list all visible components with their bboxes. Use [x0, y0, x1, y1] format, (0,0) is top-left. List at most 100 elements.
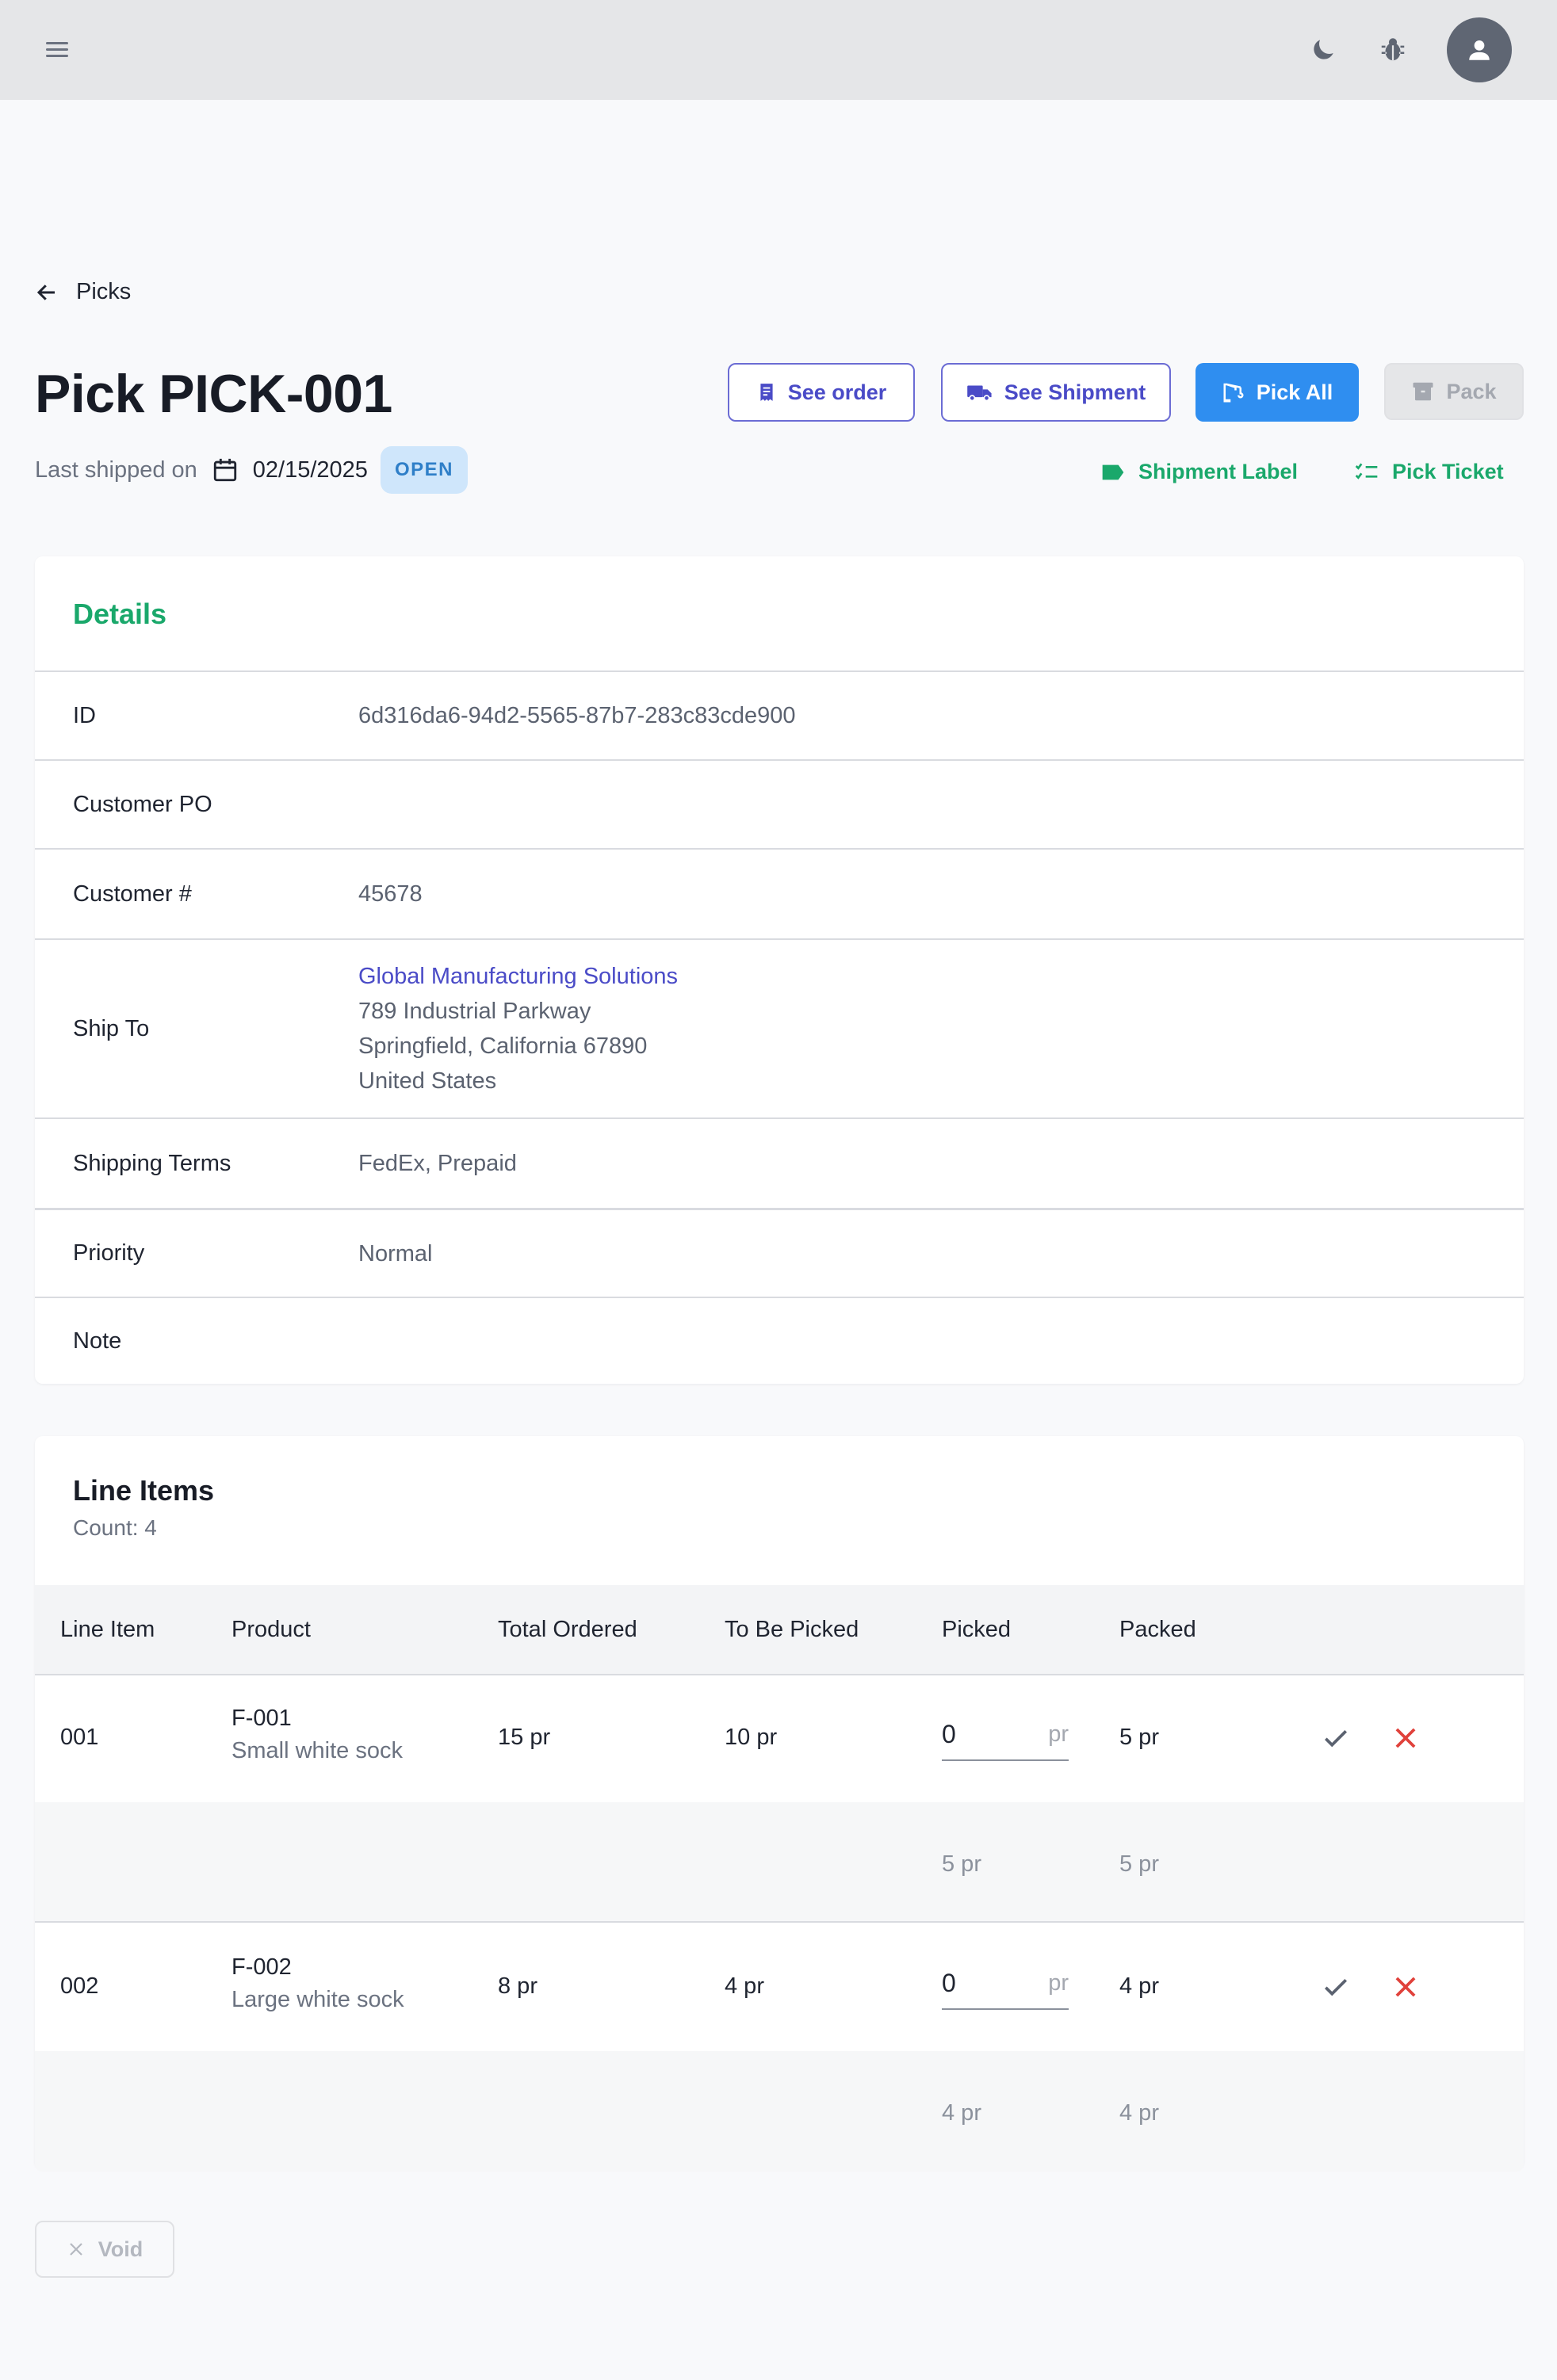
pick-ticket-link[interactable]: Pick Ticket [1354, 460, 1504, 484]
detail-value: FedEx, Prepaid [358, 1151, 517, 1176]
detail-label: Customer # [73, 881, 192, 907]
see-order-button[interactable]: See order [728, 363, 915, 422]
detail-label: Customer PO [73, 791, 212, 817]
picked-quantity-unit: pr [1048, 1970, 1069, 1996]
sub-picked-quantity: 4 pr [942, 2100, 981, 2126]
pack-button[interactable]: Pack [1384, 363, 1524, 420]
to-be-picked: 10 pr [725, 1725, 778, 1750]
ship-to-country: United States [358, 1068, 497, 1094]
picked-quantity-value: 0 [942, 1969, 956, 1997]
total-ordered: 8 pr [498, 1973, 537, 1999]
product-code: F-002 [231, 1954, 292, 1980]
user-icon [1469, 40, 1490, 60]
product-cell: F-002 Large white sock [231, 1954, 404, 2013]
cancel-x-icon[interactable] [1391, 1723, 1421, 1753]
void-label: Void [98, 2237, 143, 2261]
detail-label: Note [73, 1328, 122, 1354]
status-badge: OPEN [380, 446, 468, 494]
picked-quantity-value: 0 [942, 1720, 956, 1748]
pick-all-label: Pick All [1256, 380, 1333, 404]
receipt-icon [760, 384, 773, 401]
column-header: Total Ordered [498, 1617, 637, 1642]
truck-icon [966, 385, 992, 402]
close-icon [69, 2243, 82, 2256]
picked-quantity-unit: pr [1048, 1721, 1069, 1747]
line-items-title: Line Items [73, 1474, 215, 1507]
detail-row-ship-to: Ship To Global Manufacturing Solutions 7… [35, 938, 1524, 1117]
sub-picked-quantity: 5 pr [942, 1851, 981, 1877]
line-items-card: Line Items Count: 4 Line Item Product To… [35, 1436, 1524, 2172]
detail-row-note: Note [35, 1297, 1524, 1384]
picked-quantity-input[interactable]: 0 pr [942, 1717, 1069, 1761]
detail-row-customer-number: Customer # 45678 [35, 848, 1524, 938]
see-shipment-label: See Shipment [1004, 380, 1146, 404]
pick-ticket-text: Pick Ticket [1392, 460, 1504, 483]
detail-label: ID [73, 702, 96, 728]
see-shipment-button[interactable]: See Shipment [941, 363, 1171, 422]
back-link[interactable]: Picks [35, 279, 131, 305]
detail-row-id: ID 6d316da6-94d2-5565-87b7-283c83cde900 [35, 670, 1524, 759]
shipping-meta: Last shipped on 02/15/2025 OPEN [35, 446, 468, 494]
page-title: Pick PICK-001 [35, 364, 392, 424]
last-shipped-date: 02/15/2025 [252, 457, 368, 483]
shipment-label-link[interactable]: Shipment Label [1100, 460, 1298, 484]
tag-icon [1102, 464, 1124, 479]
column-header: Line Item [60, 1617, 155, 1642]
sub-packed-quantity: 5 pr [1119, 1851, 1159, 1877]
ship-to-street: 789 Industrial Parkway [358, 999, 591, 1024]
back-link-label: Picks [76, 279, 132, 304]
details-card: Details ID 6d316da6-94d2-5565-87b7-283c8… [35, 556, 1524, 1384]
arrow-left-icon [36, 284, 55, 300]
detail-label: Ship To [73, 1015, 150, 1041]
calendar-icon [213, 458, 236, 482]
picked-quantity-input[interactable]: 0 pr [942, 1966, 1069, 2010]
shipment-label-text: Shipment Label [1138, 460, 1299, 483]
pick-all-button[interactable]: Pick All [1195, 363, 1359, 422]
detail-value: 6d316da6-94d2-5565-87b7-283c83cde900 [358, 703, 796, 728]
column-header: Product [231, 1617, 311, 1642]
product-cell: F-001 Small white sock [231, 1706, 403, 1764]
total-ordered: 15 pr [498, 1725, 551, 1750]
column-header: Packed [1119, 1617, 1196, 1642]
details-title: Details [73, 598, 167, 630]
table-subrow: 4 pr 4 pr [35, 2051, 1524, 2172]
product-description: Small white sock [231, 1738, 403, 1763]
line-items-count: Count: 4 [73, 1515, 157, 1540]
detail-row-customer-po: Customer PO [35, 759, 1524, 848]
top-bar [0, 0, 1557, 100]
cancel-x-icon[interactable] [1391, 1972, 1421, 2002]
packed-quantity: 4 pr [1119, 1973, 1159, 1999]
ship-to-company[interactable]: Global Manufacturing Solutions [358, 959, 678, 994]
confirm-check-icon[interactable] [1321, 1972, 1351, 2002]
column-header: To Be Picked [725, 1617, 859, 1642]
menu-icon[interactable] [46, 35, 78, 63]
bug-icon[interactable] [1378, 33, 1408, 65]
detail-row-shipping-terms: Shipping Terms FedEx, Prepaid [35, 1117, 1524, 1208]
ship-to-city: Springfield, California 67890 [358, 1033, 648, 1059]
detail-label: Priority [73, 1240, 145, 1266]
void-button[interactable]: Void [35, 2221, 174, 2278]
archive-box-icon [1413, 382, 1433, 401]
column-header: Picked [942, 1617, 1012, 1642]
confirm-check-icon[interactable] [1321, 1723, 1351, 1753]
sub-packed-quantity: 4 pr [1119, 2100, 1159, 2126]
user-avatar[interactable] [1447, 17, 1512, 82]
see-order-label: See order [787, 380, 887, 404]
crane-icon [1223, 383, 1244, 403]
line-number: 001 [60, 1725, 99, 1750]
detail-row-priority: Priority Normal [35, 1208, 1524, 1297]
line-number: 002 [60, 1973, 99, 1999]
checklist-icon [1355, 463, 1378, 479]
packed-quantity: 5 pr [1119, 1725, 1159, 1750]
table-row: 002 F-002 Large white sock 8 pr 4 pr 0 p… [35, 1924, 1524, 2051]
last-shipped-label: Last shipped on [35, 457, 197, 483]
detail-value: 45678 [358, 881, 423, 907]
detail-label: Shipping Terms [73, 1150, 231, 1176]
dark-mode-icon[interactable] [1308, 35, 1338, 65]
pack-label: Pack [1446, 379, 1497, 403]
detail-value: Normal [358, 1240, 433, 1266]
to-be-picked: 4 pr [725, 1973, 764, 1999]
table-header: Line Item Product Total Ordered To Be Pi… [35, 1585, 1524, 1675]
product-description: Large white sock [231, 1987, 404, 2012]
ship-to-address: Global Manufacturing Solutions 789 Indus… [358, 959, 678, 1098]
